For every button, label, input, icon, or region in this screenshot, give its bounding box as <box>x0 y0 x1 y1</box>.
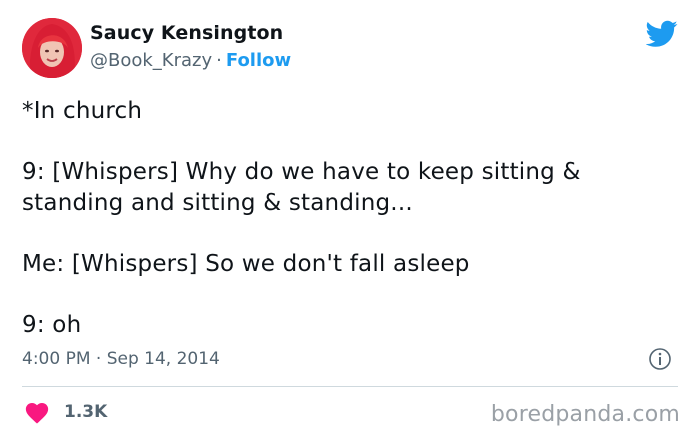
info-icon[interactable] <box>648 347 672 371</box>
author-handle[interactable]: @Book_Krazy <box>90 50 212 71</box>
like-count: 1.3K <box>64 402 108 422</box>
tweet-line-3: Me: [Whispers] So we don't fall asleep <box>22 251 470 277</box>
divider <box>22 386 678 387</box>
heart-icon <box>25 403 49 424</box>
timestamp-separator: · <box>95 349 102 369</box>
tweet-time: 4:00 PM <box>22 349 91 369</box>
watermark: boredpanda.com <box>490 402 680 427</box>
author-display-name[interactable]: Saucy Kensington <box>90 22 283 44</box>
tweet-date: Sep 14, 2014 <box>106 349 220 369</box>
tweet-line-1: *In church <box>22 98 143 124</box>
author-handle-row: @Book_Krazy · Follow <box>90 50 291 71</box>
tweet-line-4: 9: oh <box>22 312 82 338</box>
tweet-text: *In church 9: [Whispers] Why do we have … <box>22 96 672 341</box>
avatar-image <box>22 18 82 78</box>
follow-button[interactable]: Follow <box>226 50 291 71</box>
tweet-line-2: 9: [Whispers] Why do we have to keep sit… <box>22 159 581 216</box>
twitter-bird-icon[interactable] <box>646 20 678 48</box>
like-button[interactable]: 1.3K <box>24 400 107 424</box>
tweet-timestamp[interactable]: 4:00 PM · Sep 14, 2014 <box>22 349 220 369</box>
avatar[interactable] <box>22 18 82 78</box>
tweet-card: Saucy Kensington @Book_Krazy · Follow *In … <box>0 0 700 441</box>
handle-separator: · <box>216 50 222 71</box>
